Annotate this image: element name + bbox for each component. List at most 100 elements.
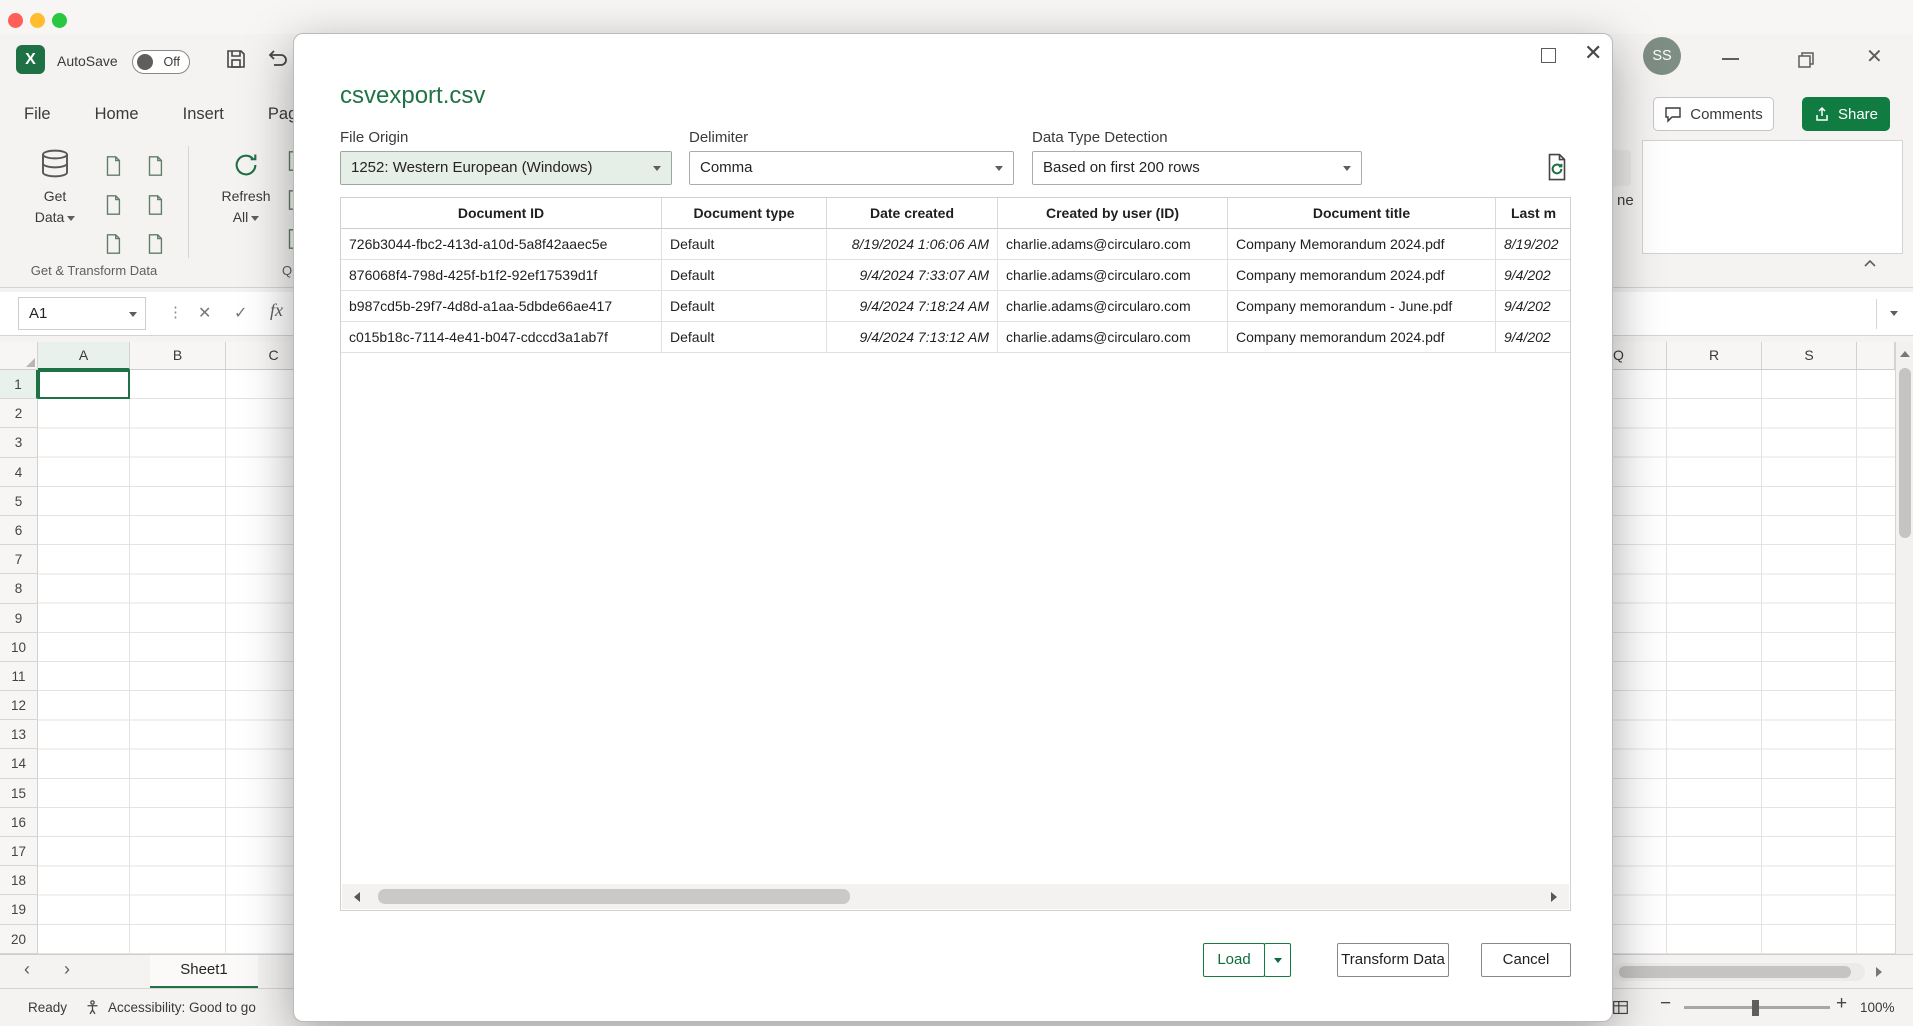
- window-close-icon[interactable]: ✕: [1866, 44, 1883, 69]
- formula-bar-expand-icon[interactable]: [1890, 311, 1898, 316]
- scroll-up-icon[interactable]: [1900, 351, 1910, 357]
- dialog-maximize-icon[interactable]: [1541, 48, 1556, 63]
- sheet-next-icon[interactable]: ›: [64, 959, 70, 980]
- preview-body: 726b3044-fbc2-413d-a10d-5a8f42aaec5eDefa…: [341, 229, 1570, 353]
- row-header-12[interactable]: 12: [0, 691, 38, 720]
- refresh-preview-icon[interactable]: [1542, 152, 1572, 182]
- preview-hscrollbar[interactable]: [342, 884, 1569, 909]
- vertical-scroll-thumb[interactable]: [1899, 368, 1911, 538]
- preview-column-header[interactable]: Document ID: [341, 198, 662, 229]
- avatar[interactable]: SS: [1643, 37, 1681, 75]
- row-header-17[interactable]: 17: [0, 837, 38, 866]
- cancel-button[interactable]: Cancel: [1481, 943, 1571, 977]
- row-header-9[interactable]: 9: [0, 604, 38, 633]
- preview-cell: charlie.adams@circularo.com: [998, 322, 1228, 353]
- select-all-corner[interactable]: [0, 342, 38, 370]
- accessibility-icon[interactable]: [84, 999, 101, 1016]
- row-header-1[interactable]: 1: [0, 370, 38, 399]
- from-table-range-icon[interactable]: [134, 146, 176, 185]
- vertical-scrollbar[interactable]: [1895, 342, 1913, 954]
- column-header-a[interactable]: A: [38, 342, 130, 370]
- column-header-s[interactable]: S: [1762, 342, 1857, 370]
- row-header-16[interactable]: 16: [0, 808, 38, 837]
- row-header-13[interactable]: 13: [0, 720, 38, 749]
- row-header-5[interactable]: 5: [0, 487, 38, 516]
- preview-column-header[interactable]: Document title: [1228, 198, 1496, 229]
- dialog-close-icon[interactable]: ✕: [1584, 40, 1602, 66]
- insert-function-icon[interactable]: fx: [270, 300, 283, 321]
- restore-icon[interactable]: [1796, 50, 1816, 70]
- row-header-8[interactable]: 8: [0, 574, 38, 603]
- row-header-15[interactable]: 15: [0, 779, 38, 808]
- refresh-all-button[interactable]: RefreshAll: [210, 144, 282, 228]
- sheet-prev-icon[interactable]: ‹: [24, 959, 30, 980]
- menu-tab-file[interactable]: File: [24, 105, 51, 124]
- zoom-slider-knob[interactable]: [1752, 1000, 1759, 1016]
- column-header-b[interactable]: B: [130, 342, 226, 370]
- name-box-drag-dots-icon[interactable]: ⋮: [168, 303, 183, 321]
- screen: { "titlebar": { "autosave_label": "AutoS…: [0, 0, 1913, 1026]
- mac-minimize-button[interactable]: [30, 13, 45, 28]
- column-header-partial[interactable]: [1857, 342, 1895, 370]
- chevron-down-icon: [1274, 958, 1282, 963]
- from-web-icon[interactable]: [92, 185, 134, 224]
- get-data-button[interactable]: GetData: [24, 144, 86, 228]
- transform-data-button[interactable]: Transform Data: [1337, 943, 1449, 977]
- active-cell-a1[interactable]: [38, 370, 130, 399]
- row-header-19[interactable]: 19: [0, 895, 38, 924]
- name-box[interactable]: A1: [18, 297, 146, 330]
- row-header-7[interactable]: 7: [0, 545, 38, 574]
- row-header-10[interactable]: 10: [0, 633, 38, 662]
- minimize-icon[interactable]: [1722, 58, 1739, 60]
- file-origin-select[interactable]: 1252: Western European (Windows): [340, 151, 672, 185]
- load-button[interactable]: Load: [1203, 943, 1265, 977]
- confirm-entry-icon[interactable]: ✓: [234, 303, 247, 323]
- sheet-tab-sheet1[interactable]: Sheet1: [150, 955, 258, 989]
- column-header-r[interactable]: R: [1667, 342, 1762, 370]
- scroll-right-icon[interactable]: [1551, 892, 1557, 902]
- delimiter-select[interactable]: Comma: [689, 151, 1014, 185]
- comments-button[interactable]: Comments: [1653, 97, 1774, 131]
- undo-icon[interactable]: [266, 47, 290, 71]
- save-icon[interactable]: [224, 47, 248, 71]
- row-header-4[interactable]: 4: [0, 458, 38, 487]
- preview-cell: 8/19/2024 1:06:06 AM: [827, 229, 998, 260]
- horizontal-scroll-thumb[interactable]: [1619, 966, 1851, 978]
- load-split-arrow[interactable]: [1264, 943, 1291, 977]
- row-header-20[interactable]: 20: [0, 925, 38, 954]
- zoom-out-icon[interactable]: −: [1660, 993, 1671, 1015]
- from-text-csv-icon[interactable]: [92, 146, 134, 185]
- row-header-3[interactable]: 3: [0, 428, 38, 457]
- scroll-left-icon[interactable]: [354, 892, 360, 902]
- from-picture-icon[interactable]: [134, 224, 176, 263]
- zoom-in-icon[interactable]: +: [1836, 993, 1847, 1015]
- recent-sources-icon[interactable]: [134, 185, 176, 224]
- existing-connections-icon[interactable]: [92, 224, 134, 263]
- preview-cell: 9/4/202: [1496, 291, 1571, 322]
- row-header-14[interactable]: 14: [0, 749, 38, 778]
- collapse-ribbon-icon[interactable]: [1862, 258, 1878, 270]
- preview-column-header[interactable]: Created by user (ID): [998, 198, 1228, 229]
- scroll-right-icon[interactable]: [1876, 967, 1882, 977]
- cancel-entry-icon[interactable]: ✕: [198, 303, 211, 323]
- preview-hscroll-thumb[interactable]: [378, 889, 850, 904]
- menu-tab-home[interactable]: Home: [95, 105, 139, 124]
- preview-column-header[interactable]: Date created: [827, 198, 998, 229]
- accessibility-status[interactable]: Accessibility: Good to go: [108, 1000, 256, 1015]
- mac-close-button[interactable]: [8, 13, 23, 28]
- horizontal-scrollbar[interactable]: [1615, 963, 1865, 981]
- preview-column-header[interactable]: Document type: [662, 198, 827, 229]
- row-header-2[interactable]: 2: [0, 399, 38, 428]
- row-header-18[interactable]: 18: [0, 866, 38, 895]
- preview-column-header[interactable]: Last m: [1496, 198, 1571, 229]
- autosave-toggle[interactable]: Off: [132, 50, 190, 74]
- zoom-level[interactable]: 100%: [1860, 1000, 1895, 1015]
- mac-zoom-button[interactable]: [52, 13, 67, 28]
- page-layout-view-icon[interactable]: [1612, 999, 1629, 1016]
- row-header-6[interactable]: 6: [0, 516, 38, 545]
- data-type-detection-select[interactable]: Based on first 200 rows: [1032, 151, 1362, 185]
- preview-cell: Company memorandum 2024.pdf: [1228, 322, 1496, 353]
- row-header-11[interactable]: 11: [0, 662, 38, 691]
- share-button[interactable]: Share: [1802, 97, 1890, 131]
- menu-tab-insert[interactable]: Insert: [183, 105, 224, 124]
